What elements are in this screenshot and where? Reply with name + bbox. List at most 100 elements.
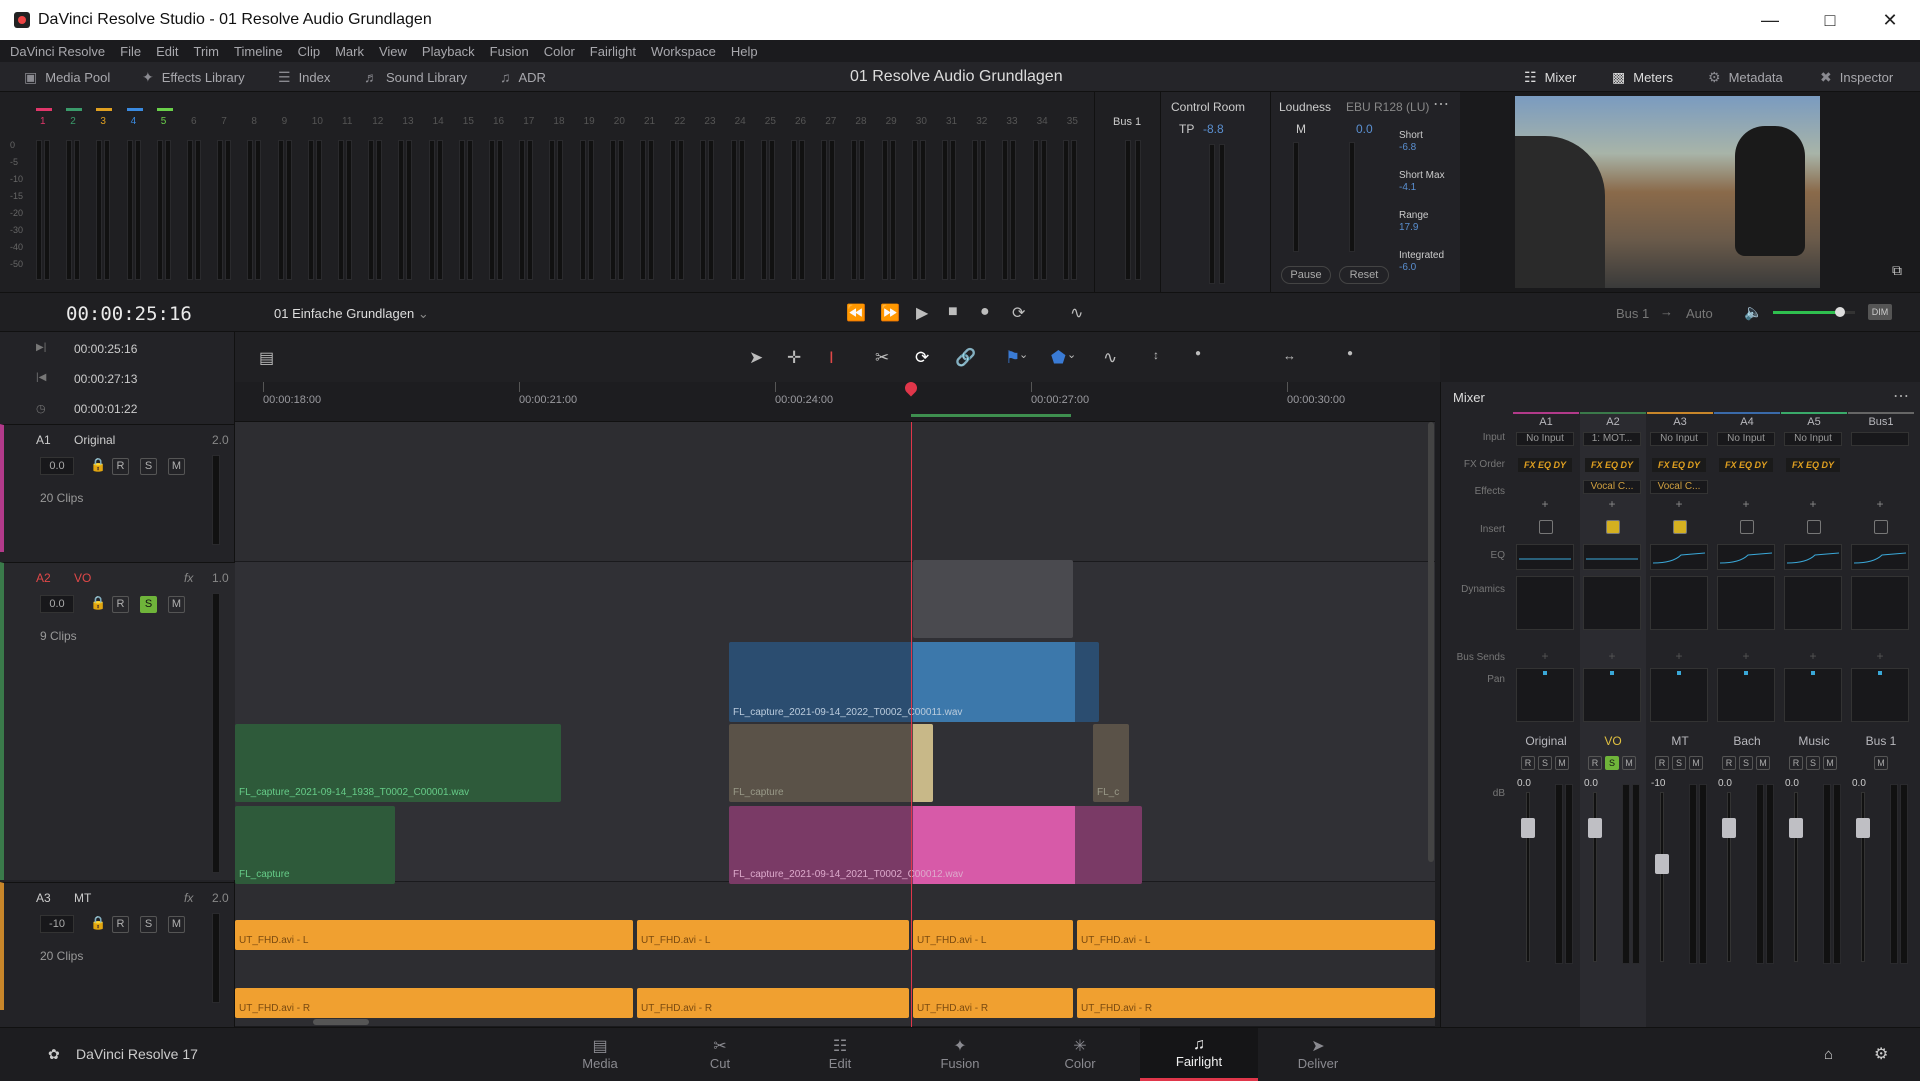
chevron-down-icon[interactable]: ⌄ (1067, 348, 1076, 361)
add-effect-icon[interactable]: + (1516, 498, 1574, 510)
razor-tool-icon[interactable]: ✂ (875, 348, 889, 368)
strip-pan-control[interactable] (1516, 668, 1574, 722)
strip-pan-control[interactable] (1851, 668, 1909, 722)
timeline-tracks[interactable]: FL_capture_2021-09-14_2022_T0002_C00011.… (235, 422, 1435, 1027)
track-volume[interactable]: 0.0 (40, 457, 74, 475)
solo-button[interactable]: S (140, 596, 157, 613)
lock-icon[interactable]: 🔒 (90, 457, 106, 473)
loudness-options-icon[interactable]: ⋯ (1433, 94, 1449, 114)
add-effect-icon[interactable]: + (1650, 498, 1708, 510)
track-name[interactable]: Original (74, 433, 115, 447)
strip-mute-button[interactable]: M (1555, 756, 1569, 770)
audio-clip-vo-green[interactable]: FL_capture_2021-09-14_1938_T0002_C00001.… (235, 724, 561, 802)
page-tab-color[interactable]: ✳ Color (1030, 1028, 1130, 1081)
track-header-a1[interactable]: A1 Original 2.0 0.0 🔒 R S M 20 Clips (0, 424, 235, 552)
strip-name[interactable]: Music (1781, 734, 1847, 748)
automation-icon[interactable]: ∿ (1070, 303, 1083, 323)
add-effect-icon[interactable]: + (1583, 498, 1641, 510)
strip-eq-graph[interactable] (1784, 544, 1842, 570)
strip-record-button[interactable]: R (1588, 756, 1602, 770)
strip-record-button[interactable]: R (1655, 756, 1669, 770)
loudness-pause-button[interactable]: Pause (1281, 266, 1331, 284)
strip-eq-graph[interactable] (1516, 544, 1574, 570)
snapping-icon[interactable]: ⟳ (915, 348, 929, 368)
menu-trim[interactable]: Trim (194, 44, 220, 59)
settings-gear-icon[interactable]: ⚙ (1874, 1044, 1888, 1064)
play-button[interactable]: ▶ (916, 303, 928, 323)
strip-name[interactable]: Original (1513, 734, 1579, 748)
bus-send-add-icon[interactable]: + (1583, 650, 1641, 662)
page-tab-cut[interactable]: ✂ Cut (670, 1028, 770, 1081)
strip-insert-toggle[interactable] (1673, 520, 1687, 534)
link-icon[interactable]: 🔗 (955, 348, 976, 368)
strip-mute-button[interactable]: M (1756, 756, 1770, 770)
timeline-view-options-icon[interactable]: ▤ (259, 348, 274, 368)
metadata-toggle-button[interactable]: ⚙ Metadata (1708, 62, 1783, 92)
strip-dynamics-graph[interactable] (1851, 576, 1909, 630)
timeline-ruler[interactable]: 00:00:18:00 00:00:21:00 00:00:24:00 00:0… (235, 379, 1435, 422)
audio-clip-vo-tan[interactable]: FL_capture (729, 724, 933, 802)
chevron-down-icon[interactable]: ⌄ (1019, 348, 1028, 361)
timeline-selector[interactable]: 01 Einfache Grundlagen ⌄ (274, 306, 429, 322)
strip-insert-toggle[interactable] (1874, 520, 1888, 534)
strip-fader-handle[interactable] (1856, 818, 1870, 838)
edit-tool-icon[interactable]: I (829, 348, 834, 368)
strip-dynamics-graph[interactable] (1516, 576, 1574, 630)
bus-send-add-icon[interactable]: + (1650, 650, 1708, 662)
audio-clip-vo-selected[interactable] (913, 560, 1073, 638)
audio-clip-vo-green-2[interactable]: FL_capture (235, 806, 395, 884)
timeline-horizontal-scrollbar[interactable] (313, 1019, 369, 1025)
track-volume[interactable]: 0.0 (40, 595, 74, 613)
rewind-button[interactable]: ⏪ (846, 303, 866, 323)
strip-solo-button[interactable]: S (1538, 756, 1552, 770)
page-tab-fusion[interactable]: ✦ Fusion (910, 1028, 1010, 1081)
stop-button[interactable]: ■ (948, 303, 958, 321)
strip-insert-toggle[interactable] (1539, 520, 1553, 534)
strip-insert-toggle[interactable] (1807, 520, 1821, 534)
menu-davinci-resolve[interactable]: DaVinci Resolve (10, 44, 105, 59)
menu-fusion[interactable]: Fusion (490, 44, 529, 59)
mixer-options-icon[interactable]: ⋯ (1893, 386, 1909, 406)
track-name[interactable]: VO (74, 571, 91, 585)
track-lane-a1[interactable] (235, 422, 1435, 562)
strip-fader-handle[interactable] (1789, 818, 1803, 838)
video-viewer[interactable]: ⧉ (1460, 92, 1920, 292)
loop-range-bar[interactable] (911, 414, 1071, 417)
menu-view[interactable]: View (379, 44, 407, 59)
index-button[interactable]: ☰ Index (278, 62, 330, 92)
mute-button[interactable]: M (168, 458, 185, 475)
add-effect-icon[interactable]: + (1717, 498, 1775, 510)
bus-send-add-icon[interactable]: + (1851, 650, 1909, 662)
inspector-toggle-button[interactable]: ✖ Inspector (1820, 62, 1893, 92)
record-arm-button[interactable]: R (112, 596, 129, 613)
maximize-button[interactable]: □ (1800, 0, 1860, 40)
menu-edit[interactable]: Edit (156, 44, 178, 59)
strip-mute-button[interactable]: M (1622, 756, 1636, 770)
playhead-handle[interactable] (902, 379, 920, 397)
mixer-toggle-button[interactable]: ☷ Mixer (1524, 62, 1576, 92)
strip-fader-handle[interactable] (1588, 818, 1602, 838)
strip-solo-button[interactable]: S (1739, 756, 1753, 770)
audio-clip-mt-r[interactable]: UT_FHD.avi - R (637, 988, 909, 1018)
strip-eq-graph[interactable] (1717, 544, 1775, 570)
audio-clip-mt-l[interactable]: UT_FHD.avi - L (1077, 920, 1435, 950)
horizontal-zoom-icon[interactable]: ↔ (1283, 348, 1296, 363)
solo-button[interactable]: S (140, 458, 157, 475)
add-effect-icon[interactable]: + (1851, 498, 1909, 510)
strip-fx-order[interactable]: FX EQ DY (1518, 458, 1572, 472)
track-volume[interactable]: -10 (40, 915, 74, 933)
strip-effect-slot[interactable]: Vocal C... (1650, 480, 1708, 494)
strip-solo-button[interactable]: S (1605, 756, 1619, 770)
zoom-slider-handle[interactable]: ● (1195, 348, 1201, 359)
menu-fairlight[interactable]: Fairlight (590, 44, 636, 59)
strip-record-button[interactable]: R (1722, 756, 1736, 770)
track-fx-indicator[interactable]: fx (184, 891, 193, 905)
bus-send-add-icon[interactable]: + (1516, 650, 1574, 662)
strip-fx-order[interactable]: FX EQ DY (1786, 458, 1840, 472)
master-volume-slider[interactable] (1773, 307, 1855, 317)
page-tab-edit[interactable]: ☷ Edit (790, 1028, 890, 1081)
loudness-reset-button[interactable]: Reset (1339, 266, 1389, 284)
strip-fader-handle[interactable] (1655, 854, 1669, 874)
record-button[interactable]: ● (980, 303, 990, 321)
strip-input-selector[interactable]: No Input (1784, 432, 1842, 446)
